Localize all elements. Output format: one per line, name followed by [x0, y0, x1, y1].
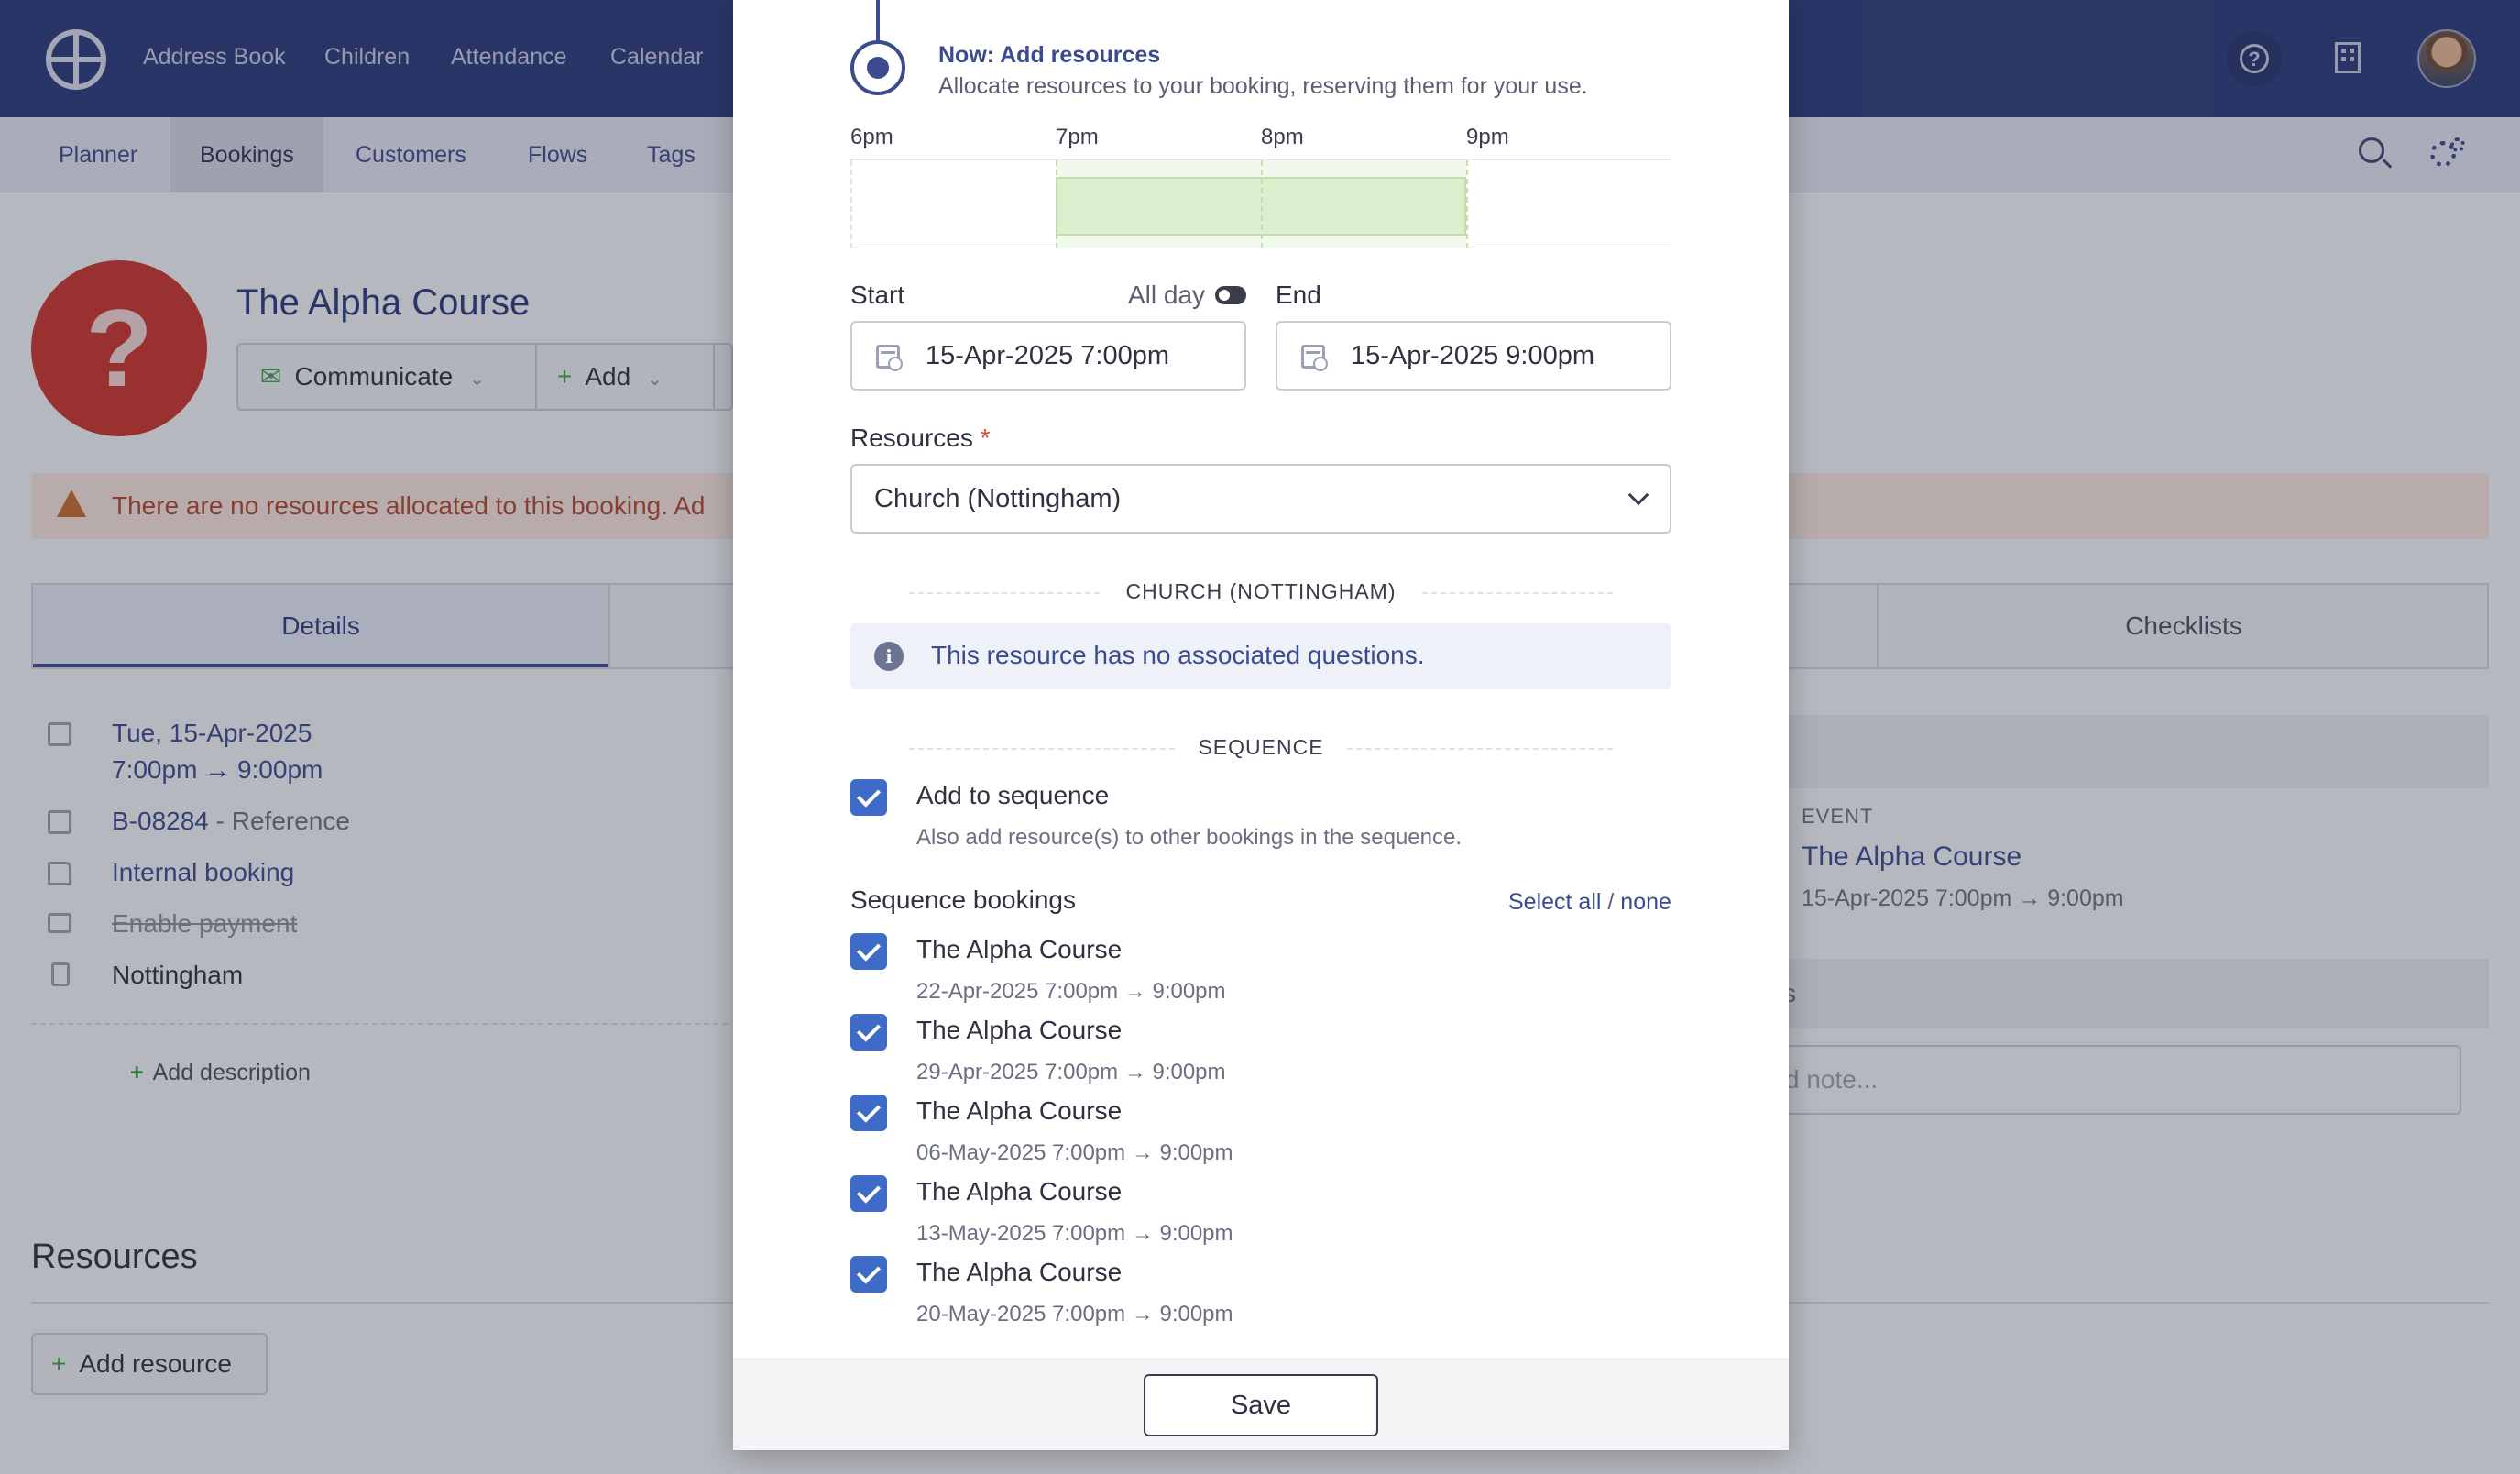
sequence-item-time: 13-May-2025 7:00pm → 9:00pm — [916, 1221, 1233, 1246]
start-datetime-field[interactable]: 15-Apr-2025 7:00pm — [850, 321, 1246, 390]
sequence-item-title: The Alpha Course — [916, 1258, 1123, 1286]
timeline-label-8pm: 8pm — [1261, 125, 1304, 149]
sequence-item-time: 22-Apr-2025 7:00pm → 9:00pm — [916, 979, 1226, 1004]
sequence-bookings-label: Sequence bookings — [850, 886, 1076, 914]
timeline-label-9pm: 9pm — [1466, 125, 1509, 149]
calendar-icon — [876, 345, 903, 371]
sequence-heading: SEQUENCE — [1198, 735, 1324, 759]
end-datetime-field[interactable]: 15-Apr-2025 9:00pm — [1276, 321, 1671, 390]
resource-info-box: i This resource has no associated questi… — [850, 623, 1671, 689]
add-to-sequence-checkbox[interactable] — [850, 779, 887, 816]
sequence-item-checkbox[interactable] — [850, 1175, 887, 1212]
sequence-item-checkbox[interactable] — [850, 1256, 887, 1292]
sequence-item-time: 20-May-2025 7:00pm → 9:00pm — [916, 1302, 1233, 1326]
step-subtitle: Allocate resources to your booking, rese… — [938, 73, 1588, 99]
sequence-item-checkbox[interactable] — [850, 1014, 887, 1050]
modal-footer: Save — [733, 1358, 1789, 1450]
select-all-none: Select all / none — [1508, 889, 1671, 915]
step-connector — [876, 0, 880, 42]
step-title: Now: Add resources — [938, 42, 1161, 68]
timeline-label-7pm: 7pm — [1056, 125, 1099, 149]
resources-select[interactable]: Church (Nottingham) — [850, 464, 1671, 534]
save-button[interactable]: Save — [1144, 1374, 1378, 1436]
end-label: End — [1276, 280, 1321, 309]
timeline-label-6pm: 6pm — [850, 125, 893, 149]
allday-toggle[interactable] — [1215, 286, 1246, 304]
sequence-item-title: The Alpha Course — [916, 1096, 1123, 1125]
calendar-icon — [1301, 345, 1328, 371]
select-none-link[interactable]: none — [1620, 889, 1671, 915]
sequence-item-time: 29-Apr-2025 7:00pm → 9:00pm — [916, 1060, 1226, 1084]
allday-label: All day — [1128, 280, 1206, 309]
resource-section-heading: CHURCH (NOTTINGHAM) — [1125, 579, 1397, 603]
info-icon: i — [874, 642, 904, 671]
timeline-grid[interactable] — [850, 160, 1671, 248]
add-to-sequence-help: Also add resource(s) to other bookings i… — [916, 825, 1463, 850]
add-to-sequence-label: Add to sequence — [916, 781, 1110, 809]
sequence-item-title: The Alpha Course — [916, 935, 1123, 963]
sequence-item-title: The Alpha Course — [916, 1016, 1123, 1044]
sequence-item-time: 06-May-2025 7:00pm → 9:00pm — [916, 1140, 1233, 1165]
start-label: Start — [850, 280, 905, 309]
resources-label: Resources * — [850, 424, 991, 452]
step-indicator-icon — [850, 40, 905, 95]
sequence-item-title: The Alpha Course — [916, 1177, 1123, 1205]
sequence-item-checkbox[interactable] — [850, 1094, 887, 1131]
sequence-item-checkbox[interactable] — [850, 933, 887, 970]
chevron-down-icon — [1627, 484, 1649, 506]
add-resources-modal: Now: Add resources Allocate resources to… — [733, 0, 1789, 1450]
select-all-link[interactable]: Select all — [1508, 889, 1601, 915]
